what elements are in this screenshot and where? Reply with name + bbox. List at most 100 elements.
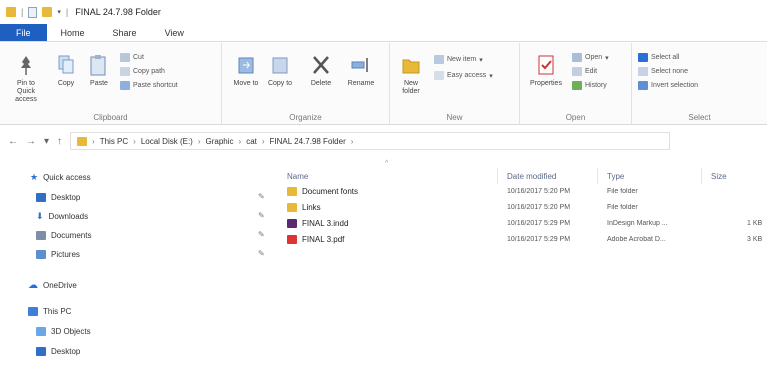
properties-quick-icon[interactable]	[28, 6, 38, 18]
delete-icon	[313, 56, 329, 74]
copy-to-button[interactable]: Copy to	[266, 53, 294, 88]
invert-selection-button[interactable]: Invert selection	[638, 81, 698, 90]
pin-icon	[21, 56, 31, 75]
edit-button[interactable]: Edit	[572, 67, 597, 76]
file-row[interactable]: Document fonts 10/16/2017 5:20 PM File f…	[275, 184, 767, 198]
folder-icon	[77, 136, 88, 146]
nav-desktop[interactable]: Desktop	[36, 190, 80, 204]
breadcrumb-current-folder[interactable]: FINAL 24.7.98 Folder	[270, 137, 346, 146]
file-row[interactable]: FINAL 3.pdf 10/16/2017 5:29 PM Adobe Acr…	[275, 232, 767, 246]
copy-button[interactable]: Copy	[52, 53, 80, 88]
folder-icon	[287, 202, 297, 212]
nav-pictures[interactable]: Pictures	[36, 247, 80, 261]
open-button[interactable]: Open ▾	[572, 53, 609, 62]
nav-downloads[interactable]: ⬇ Downloads	[36, 209, 88, 223]
select-none-icon	[638, 67, 648, 76]
scissors-icon	[120, 53, 130, 62]
nav-this-pc[interactable]: This PC	[28, 304, 71, 318]
nav-3d-objects[interactable]: 3D Objects	[36, 324, 91, 338]
move-to-icon	[238, 57, 254, 74]
new-item-icon	[434, 55, 444, 64]
new-item-button[interactable]: New item ▾	[434, 55, 483, 64]
documents-icon	[36, 230, 46, 240]
history-icon	[572, 81, 582, 90]
history-button[interactable]: History	[572, 81, 607, 90]
clipboard-label: Clipboard	[93, 113, 128, 122]
breadcrumb-graphic[interactable]: Graphic	[206, 137, 234, 146]
pin-quick-access-button[interactable]: Pin to Quick access	[8, 53, 44, 104]
desktop-icon	[36, 192, 46, 202]
nav-quick-access[interactable]: ★ Quick access	[30, 170, 91, 184]
download-arrow-icon: ⬇	[36, 210, 44, 221]
file-size: 1 KB	[747, 219, 763, 227]
rename-icon	[351, 58, 368, 72]
computer-icon	[28, 306, 38, 316]
organize-label: Organize	[289, 113, 322, 122]
tab-file[interactable]: File	[0, 24, 47, 41]
rename-button[interactable]: Rename	[344, 53, 378, 88]
separator: |	[65, 7, 69, 17]
edit-icon	[572, 67, 582, 76]
indesign-file-icon	[287, 218, 297, 228]
copy-path-button[interactable]: Copy path	[120, 67, 165, 76]
open-group: Properties Open ▾ Edit History Open	[520, 43, 632, 125]
new-folder-icon	[402, 59, 420, 74]
address-bar[interactable]: › This PC › Local Disk (E:) › Graphic › …	[70, 132, 671, 150]
file-date: 10/16/2017 5:20 PM	[507, 187, 571, 195]
nav-desktop-pc[interactable]: Desktop	[36, 344, 80, 358]
tab-view[interactable]: View	[151, 24, 198, 41]
file-name: Document fonts	[302, 186, 359, 196]
pinned-icon[interactable]: ✎	[258, 192, 265, 201]
paste-shortcut-icon	[120, 81, 130, 90]
nav-documents[interactable]: Documents	[36, 228, 91, 242]
window-title: FINAL 24.7.98 Folder	[75, 7, 161, 17]
delete-button[interactable]: Delete	[306, 53, 336, 88]
nav-onedrive[interactable]: ☁ OneDrive	[28, 278, 77, 292]
select-none-button[interactable]: Select none	[638, 67, 688, 76]
new-folder-button[interactable]: New folder	[396, 53, 426, 96]
open-icon	[572, 53, 582, 62]
pdf-file-icon	[287, 234, 297, 244]
pinned-icon[interactable]: ✎	[258, 249, 265, 258]
quick-access-dropdown-icon[interactable]: ▾	[57, 8, 61, 16]
column-header-type[interactable]: Type	[607, 172, 624, 181]
forward-arrow-icon[interactable]: →	[26, 136, 36, 147]
up-arrow-icon[interactable]: ↑	[57, 136, 62, 147]
tab-home[interactable]: Home	[47, 24, 99, 41]
select-all-icon	[638, 53, 648, 62]
navigation-pane: ★ Quick access Desktop ⬇ Downloads Docum…	[0, 160, 270, 370]
separator: |	[21, 7, 24, 17]
organize-group: Move to Copy to Delete Rename Organize	[222, 43, 390, 125]
paste-icon	[90, 55, 106, 76]
column-header-size[interactable]: Size	[711, 172, 727, 181]
column-header-date[interactable]: Date modified	[507, 172, 556, 181]
breadcrumb-this-pc[interactable]: This PC	[100, 137, 128, 146]
desktop-icon	[36, 346, 46, 356]
copy-to-icon	[272, 57, 288, 74]
select-all-button[interactable]: Select all	[638, 53, 679, 62]
move-to-button[interactable]: Move to	[232, 53, 260, 88]
file-date: 10/16/2017 5:20 PM	[507, 203, 571, 211]
star-icon: ★	[30, 171, 39, 182]
new-folder-quick-icon[interactable]	[42, 7, 53, 17]
file-name: Links	[302, 202, 321, 212]
column-header-name[interactable]: Name	[287, 172, 308, 181]
pinned-icon[interactable]: ✎	[258, 230, 265, 239]
breadcrumb-cat[interactable]: cat	[246, 137, 257, 146]
easy-access-button[interactable]: Easy access ▾	[434, 71, 493, 80]
paste-button[interactable]: Paste	[84, 53, 114, 88]
file-size: 3 KB	[747, 235, 763, 243]
file-list: ^ Name Date modified Type Size Document …	[275, 160, 767, 370]
file-row[interactable]: FINAL 3.indd 10/16/2017 5:29 PM InDesign…	[275, 216, 767, 230]
cut-button[interactable]: Cut	[120, 53, 144, 62]
back-arrow-icon[interactable]: ←	[8, 136, 18, 147]
properties-button[interactable]: Properties	[526, 53, 566, 88]
breadcrumb-local-disk[interactable]: Local Disk (E:)	[141, 137, 193, 146]
pinned-icon[interactable]: ✎	[258, 211, 265, 220]
paste-shortcut-button[interactable]: Paste shortcut	[120, 81, 178, 90]
recent-dropdown-icon[interactable]: ▾	[44, 136, 49, 147]
file-row[interactable]: Links 10/16/2017 5:20 PM File folder	[275, 200, 767, 214]
ribbon: Pin to Quick access Copy Paste Cut Copy …	[0, 43, 767, 125]
select-group: Select all Select none Invert selection …	[632, 43, 767, 125]
tab-share[interactable]: Share	[99, 24, 151, 41]
